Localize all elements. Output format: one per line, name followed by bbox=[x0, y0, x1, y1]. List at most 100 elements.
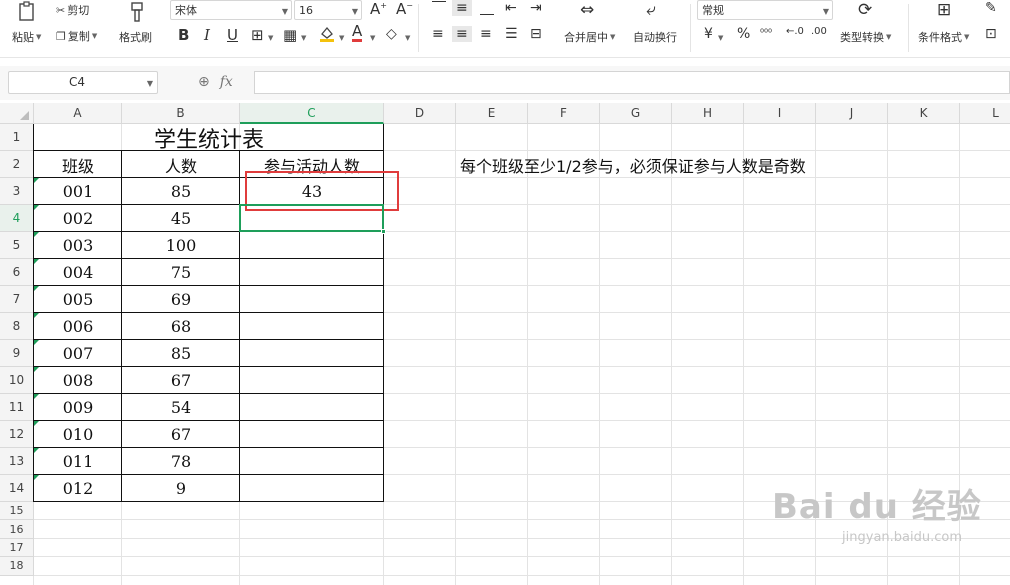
currency-button[interactable]: ¥ bbox=[704, 26, 713, 42]
column-header-g[interactable]: G bbox=[600, 103, 672, 124]
data-cell-a9[interactable]: 007 bbox=[34, 340, 122, 367]
data-cell-a6[interactable]: 004 bbox=[34, 259, 122, 286]
row-header-9[interactable]: 9 bbox=[0, 340, 34, 367]
zoom-search-icon[interactable]: ⊕ bbox=[198, 74, 210, 90]
data-cell-b8[interactable]: 68 bbox=[122, 313, 240, 340]
wrap-text-button[interactable]: 自动换行 bbox=[633, 29, 677, 45]
merge-center-button[interactable]: 合并居中 ▼ bbox=[564, 29, 615, 45]
row-header-4[interactable]: 4 bbox=[0, 205, 34, 232]
data-cell-b12[interactable]: 67 bbox=[122, 421, 240, 448]
decrease-font-icon[interactable]: A− bbox=[396, 0, 413, 18]
row-header-5[interactable]: 5 bbox=[0, 232, 34, 259]
data-cell-a4[interactable]: 002 bbox=[34, 205, 122, 232]
data-cell-a3[interactable]: 001 bbox=[34, 178, 122, 205]
merge-dropdown-icon[interactable]: ▼ bbox=[610, 33, 615, 41]
data-cell-b13[interactable]: 78 bbox=[122, 448, 240, 475]
format-painter-button[interactable]: 格式刷 bbox=[119, 29, 152, 45]
type-convert-dropdown-icon[interactable]: ▼ bbox=[886, 33, 891, 41]
column-header-j[interactable]: J bbox=[816, 103, 888, 124]
paste-button[interactable]: 粘贴 ▼ bbox=[12, 29, 41, 45]
row-header-10[interactable]: 10 bbox=[0, 367, 34, 394]
fill-color-dropdown-icon[interactable]: ▼ bbox=[339, 34, 344, 42]
italic-button[interactable]: I bbox=[204, 26, 210, 44]
row-header-12[interactable]: 12 bbox=[0, 421, 34, 448]
number-format-select[interactable]: 常规 ▼ bbox=[697, 0, 833, 20]
increase-decimal-icon[interactable]: ←.0 bbox=[786, 26, 804, 37]
increase-font-icon[interactable]: A+ bbox=[370, 0, 387, 18]
row-header-15[interactable]: 15 bbox=[0, 502, 34, 521]
data-cell-c14[interactable] bbox=[240, 475, 384, 502]
thousands-separator-icon[interactable]: ⁰⁰⁰ bbox=[760, 28, 772, 39]
header-cell-a[interactable]: 班级 bbox=[34, 151, 122, 178]
wrap-text-icon[interactable]: ⤶ bbox=[646, 0, 656, 20]
note-cell-e2[interactable]: 每个班级至少1/2参与，必须保证参与人数是奇数 bbox=[460, 151, 806, 178]
border-icon[interactable]: ⊞ bbox=[251, 26, 264, 44]
align-middle-icon[interactable]: ≡ bbox=[452, 0, 472, 16]
column-header-a[interactable]: A bbox=[34, 103, 122, 124]
merge-cells-icon[interactable]: ⇔ bbox=[580, 0, 594, 20]
column-header-l[interactable]: L bbox=[960, 103, 1010, 124]
active-cell-c4[interactable] bbox=[239, 204, 384, 232]
data-cell-c6[interactable] bbox=[240, 259, 384, 286]
fx-icon[interactable]: fx bbox=[220, 74, 233, 90]
data-cell-b4[interactable]: 45 bbox=[122, 205, 240, 232]
data-cell-a8[interactable]: 006 bbox=[34, 313, 122, 340]
bold-button[interactable]: B bbox=[178, 26, 189, 44]
data-cell-b3[interactable]: 85 bbox=[122, 178, 240, 205]
justify-icon[interactable]: ☰ bbox=[505, 26, 518, 42]
data-cell-a12[interactable]: 010 bbox=[34, 421, 122, 448]
type-convert-button[interactable]: 类型转换 ▼ bbox=[840, 29, 891, 45]
paste-icon[interactable] bbox=[14, 0, 40, 24]
fill-pattern-dropdown-icon[interactable]: ▼ bbox=[301, 34, 306, 42]
row-header-6[interactable]: 6 bbox=[0, 259, 34, 286]
data-cell-c11[interactable] bbox=[240, 394, 384, 421]
conditional-format-button[interactable]: 条件格式 ▼ bbox=[918, 29, 969, 45]
font-size-select[interactable]: 16 ▼ bbox=[294, 0, 362, 20]
data-cell-a11[interactable]: 009 bbox=[34, 394, 122, 421]
table-style-icon[interactable]: ⊡ bbox=[985, 26, 997, 42]
spreadsheet-grid[interactable]: A B C D E F G H I J K L 1 2 3 4 5 6 7 8 9 10 11 12 13 14 15 16 17 18 学… bbox=[0, 103, 1010, 585]
data-cell-c5[interactable] bbox=[240, 232, 384, 259]
align-bottom-icon[interactable]: ⎽ bbox=[480, 0, 494, 16]
align-right-icon[interactable]: ≡ bbox=[480, 26, 492, 42]
data-cell-b11[interactable]: 54 bbox=[122, 394, 240, 421]
data-cell-a5[interactable]: 003 bbox=[34, 232, 122, 259]
copy-button[interactable]: ❐ 复制 ▼ bbox=[56, 28, 97, 44]
data-cell-a13[interactable]: 011 bbox=[34, 448, 122, 475]
data-cell-c13[interactable] bbox=[240, 448, 384, 475]
fill-color-icon[interactable] bbox=[318, 25, 336, 47]
data-cell-c9[interactable] bbox=[240, 340, 384, 367]
distribute-icon[interactable]: ⊟ bbox=[530, 26, 542, 42]
data-cell-b5[interactable]: 100 bbox=[122, 232, 240, 259]
data-cell-b6[interactable]: 75 bbox=[122, 259, 240, 286]
column-header-f[interactable]: F bbox=[528, 103, 600, 124]
align-left-icon[interactable]: ≡ bbox=[432, 26, 444, 42]
data-cell-b9[interactable]: 85 bbox=[122, 340, 240, 367]
font-color-button[interactable]: A bbox=[352, 24, 363, 42]
row-header-11[interactable]: 11 bbox=[0, 394, 34, 421]
format-painter-icon[interactable] bbox=[124, 0, 150, 24]
row-header-16[interactable]: 16 bbox=[0, 520, 34, 539]
column-header-k[interactable]: K bbox=[888, 103, 960, 124]
row-header-14[interactable]: 14 bbox=[0, 475, 34, 502]
currency-dropdown-icon[interactable]: ▼ bbox=[718, 34, 723, 42]
data-cell-b14[interactable]: 9 bbox=[122, 475, 240, 502]
row-header-2[interactable]: 2 bbox=[0, 151, 34, 178]
align-center-icon[interactable]: ≡ bbox=[452, 26, 472, 42]
row-header-3[interactable]: 3 bbox=[0, 178, 34, 205]
data-cell-c8[interactable] bbox=[240, 313, 384, 340]
data-cell-c10[interactable] bbox=[240, 367, 384, 394]
header-cell-b[interactable]: 人数 bbox=[122, 151, 240, 178]
column-header-d[interactable]: D bbox=[384, 103, 456, 124]
eraser-icon[interactable]: ◇ bbox=[386, 26, 397, 42]
data-cell-a7[interactable]: 005 bbox=[34, 286, 122, 313]
type-convert-icon[interactable]: ⟳ bbox=[858, 0, 872, 20]
fill-handle[interactable] bbox=[381, 229, 386, 234]
row-header-13[interactable]: 13 bbox=[0, 448, 34, 475]
font-color-dropdown-icon[interactable]: ▼ bbox=[370, 34, 375, 42]
column-header-h[interactable]: H bbox=[672, 103, 744, 124]
conditional-format-dropdown-icon[interactable]: ▼ bbox=[964, 33, 969, 41]
row-header-8[interactable]: 8 bbox=[0, 313, 34, 340]
font-name-select[interactable]: 宋体 ▼ bbox=[170, 0, 292, 20]
indent-increase-icon[interactable]: ⇥ bbox=[530, 0, 542, 16]
